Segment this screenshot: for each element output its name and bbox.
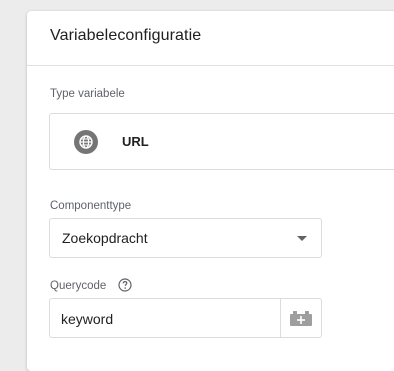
query-key-label: Querycode — [50, 280, 107, 292]
query-key-input[interactable] — [61, 309, 266, 329]
component-type-value: Zoekopdracht — [62, 230, 148, 246]
variable-config-card: Variabeleconfiguratie Type variabele URL… — [27, 11, 394, 371]
component-type-select[interactable]: Zoekopdracht — [49, 218, 322, 258]
variable-type-selector[interactable]: URL — [49, 113, 394, 170]
variable-type-label: Type variabele — [50, 88, 125, 100]
dropdown-arrow-icon — [297, 236, 307, 241]
component-type-label: Componenttype — [50, 200, 132, 212]
globe-icon — [74, 130, 98, 154]
card-header: Variabeleconfiguratie — [27, 11, 394, 66]
card-title: Variabeleconfiguratie — [50, 27, 202, 44]
help-circle-icon[interactable] — [118, 278, 132, 292]
query-key-field — [49, 298, 322, 338]
variable-picker-icon[interactable] — [281, 299, 321, 337]
variable-type-name: URL — [122, 134, 149, 149]
